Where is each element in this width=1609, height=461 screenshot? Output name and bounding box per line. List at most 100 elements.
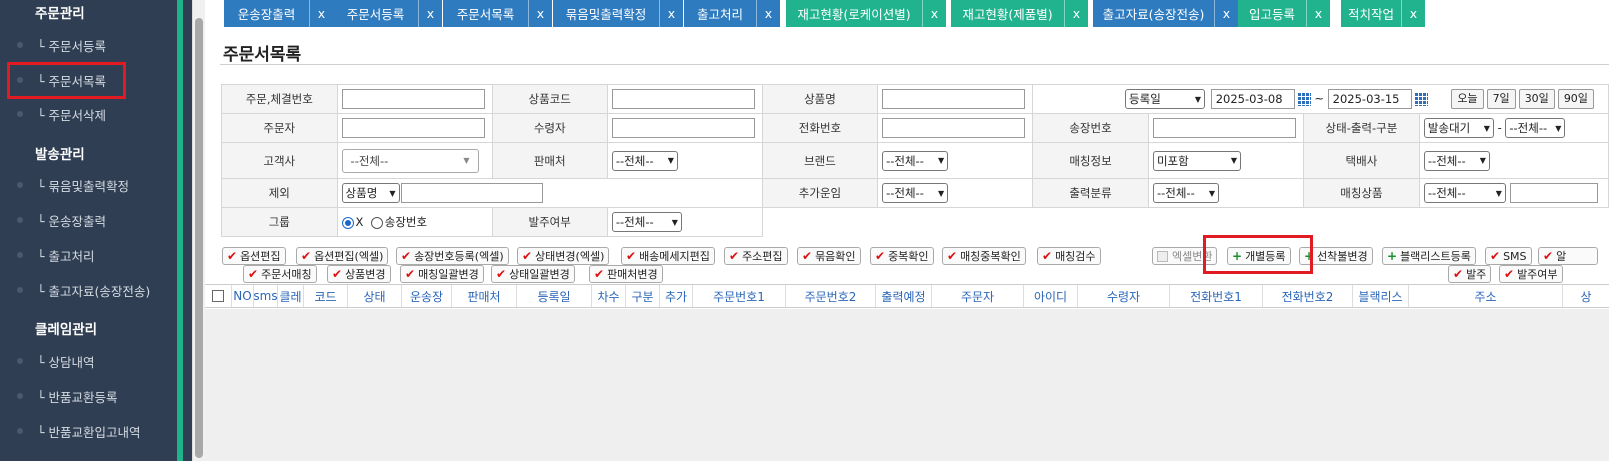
col-round[interactable]: 차수: [592, 285, 626, 307]
order-match-button[interactable]: ✔ 주문서매칭: [243, 265, 317, 283]
tab-putaway[interactable]: 적치작업 x: [1341, 0, 1425, 27]
quick-7d-button[interactable]: 7일: [1486, 89, 1516, 109]
exclude-input[interactable]: [400, 183, 543, 203]
quick-30d-button[interactable]: 30일: [1518, 89, 1555, 109]
tab-release[interactable]: 출고처리 x: [684, 0, 780, 27]
col-print-plan[interactable]: 출력예정: [876, 285, 932, 307]
print-class-select[interactable]: --전체-- ▼: [1152, 183, 1219, 203]
col-status[interactable]: 상태: [348, 285, 402, 307]
tab-label[interactable]: 적치작업: [1341, 0, 1401, 27]
col-extra[interactable]: 추가: [660, 285, 693, 307]
sidebar-item-order-delete[interactable]: └ 주문서삭제: [17, 99, 177, 129]
phone-input[interactable]: [882, 118, 1026, 138]
col-claim[interactable]: 클레: [278, 285, 304, 307]
tab-inbound-register[interactable]: 입고등록 x: [1238, 0, 1330, 27]
tab-order-list[interactable]: 주문서목록 x: [443, 0, 552, 27]
col-no[interactable]: NO: [232, 285, 254, 307]
col-blacklist[interactable]: 블랙리스: [1353, 285, 1409, 307]
seller-change-button[interactable]: ✔ 판매처변경: [589, 265, 663, 283]
tab-label[interactable]: 출고처리: [684, 0, 756, 27]
sidebar-item-return-register[interactable]: └ 반품교환등록: [17, 381, 177, 411]
col-reg-date[interactable]: 등록일: [517, 285, 592, 307]
tab-label[interactable]: 재고현황(제품별): [951, 0, 1064, 27]
scrollbar-thumb[interactable]: [195, 18, 203, 458]
tab-close-icon[interactable]: x: [309, 0, 333, 27]
status-select[interactable]: 발송대기 ▼: [1423, 118, 1494, 138]
delivery-msg-edit-button[interactable]: ✔ 배송메세지편집: [621, 247, 715, 265]
col-more[interactable]: 상: [1563, 285, 1609, 307]
col-order-no1[interactable]: 주문번호1: [693, 285, 786, 307]
col-seller[interactable]: 판매처: [452, 285, 517, 307]
sidebar-item-consult[interactable]: └ 상담내역: [17, 346, 177, 376]
col-user-id[interactable]: 아이디: [1024, 285, 1078, 307]
product-change-button[interactable]: ✔ 상품변경: [327, 265, 391, 283]
match-product-select[interactable]: --전체-- ▼: [1423, 183, 1506, 203]
tab-close-icon[interactable]: x: [1306, 0, 1330, 27]
calendar-icon[interactable]: [1413, 92, 1428, 106]
sidebar-section-shipping[interactable]: 발송관리: [35, 143, 85, 163]
status-select-2[interactable]: --전체-- ▼: [1505, 118, 1566, 138]
quick-today-button[interactable]: 오늘: [1451, 89, 1484, 109]
col-type[interactable]: 구분: [626, 285, 660, 307]
sidebar-section-claim[interactable]: 클레임관리: [35, 318, 97, 338]
orderer-input[interactable]: [341, 118, 485, 138]
sidebar-item-order-register[interactable]: └ 주문서등록: [17, 30, 177, 60]
tab-close-icon[interactable]: x: [1401, 0, 1425, 27]
invoice-register-excel-button[interactable]: ✔ 송장번호등록(엑셀): [396, 247, 509, 265]
tab-order-register[interactable]: 주문서등록 x: [333, 0, 442, 27]
receiver-input[interactable]: [611, 118, 755, 138]
tab-label[interactable]: 주문서목록: [443, 0, 528, 27]
sidebar-item-return-inbound[interactable]: └ 반품교환입고내역: [17, 416, 177, 446]
tab-close-icon[interactable]: x: [659, 0, 683, 27]
col-sms[interactable]: sms: [254, 285, 278, 307]
product-name-input[interactable]: [882, 89, 1026, 109]
alarm-button[interactable]: ✔ 알: [1538, 247, 1598, 265]
tab-label[interactable]: 운송장출력: [224, 0, 309, 27]
option-edit-button[interactable]: ✔ 옵션편집: [222, 247, 286, 265]
excel-convert-checkbox[interactable]: 엑셀변환: [1152, 247, 1218, 265]
individual-register-button[interactable]: + 개별등록: [1227, 247, 1291, 265]
brand-select[interactable]: --전체-- ▼: [882, 150, 949, 171]
sms-button[interactable]: ✔ SMS: [1485, 247, 1532, 265]
exclude-select[interactable]: 상품명 ▼: [341, 183, 400, 203]
sidebar-item-release-data[interactable]: └ 출고자료(송장전송): [17, 275, 177, 305]
status-change-excel-button[interactable]: ✔ 상태변경(엑셀): [517, 247, 610, 265]
tab-waybill-print[interactable]: 운송장출력 x: [224, 0, 333, 27]
address-edit-button[interactable]: ✔ 주소편집: [724, 247, 788, 265]
col-phone2[interactable]: 전화번호2: [1263, 285, 1353, 307]
match-bulk-change-button[interactable]: ✔ 매칭일괄변경: [400, 265, 484, 283]
group-radio-invoice[interactable]: [370, 216, 383, 229]
tab-close-icon[interactable]: x: [1064, 0, 1088, 27]
invoice-input[interactable]: [1152, 118, 1296, 138]
tab-close-icon[interactable]: x: [1214, 0, 1238, 27]
tab-label[interactable]: 입고등록: [1238, 0, 1306, 27]
date-type-select[interactable]: 등록일 ▼: [1125, 89, 1206, 109]
bundle-check-button[interactable]: ✔ 묶음확인: [797, 247, 861, 265]
match-duplicate-check-button[interactable]: ✔ 매칭중복확인: [942, 247, 1026, 265]
select-all-checkbox[interactable]: [212, 290, 224, 302]
col-receiver[interactable]: 수령자: [1078, 285, 1170, 307]
sidebar-item-waybill-print[interactable]: └ 운송장출력: [17, 205, 177, 235]
tab-label[interactable]: 출고자료(송장전송): [1093, 0, 1214, 27]
tab-label[interactable]: 재고현황(로케이션별): [786, 0, 922, 27]
date-to-input[interactable]: 2025-03-15: [1327, 89, 1412, 109]
col-code[interactable]: 코드: [304, 285, 348, 307]
group-radio-x[interactable]: [341, 216, 354, 229]
prepaid-change-button[interactable]: + 선착불변경: [1299, 247, 1373, 265]
order-status-button[interactable]: ✔ 발주여부: [1499, 265, 1563, 283]
tab-stock-location[interactable]: 재고현황(로케이션별) x: [786, 0, 946, 27]
tab-label[interactable]: 묶음및출력확정: [553, 0, 659, 27]
match-product-input[interactable]: [1509, 183, 1598, 203]
product-code-input[interactable]: [611, 89, 755, 109]
col-address[interactable]: 주소: [1409, 285, 1563, 307]
date-from-input[interactable]: 2025-03-08: [1210, 89, 1295, 109]
seller-select[interactable]: --전체-- ▼: [611, 150, 678, 171]
tab-stock-product[interactable]: 재고현황(제품별) x: [951, 0, 1088, 27]
tab-label[interactable]: 주문서등록: [333, 0, 418, 27]
sidebar-section-order[interactable]: 주문관리: [35, 2, 85, 22]
courier-select[interactable]: --전체-- ▼: [1423, 150, 1490, 171]
order-button[interactable]: ✔ 발주: [1448, 265, 1492, 283]
select-all-column[interactable]: [205, 285, 232, 307]
duplicate-check-button[interactable]: ✔ 중복확인: [870, 247, 934, 265]
col-order-no2[interactable]: 주문번호2: [786, 285, 876, 307]
